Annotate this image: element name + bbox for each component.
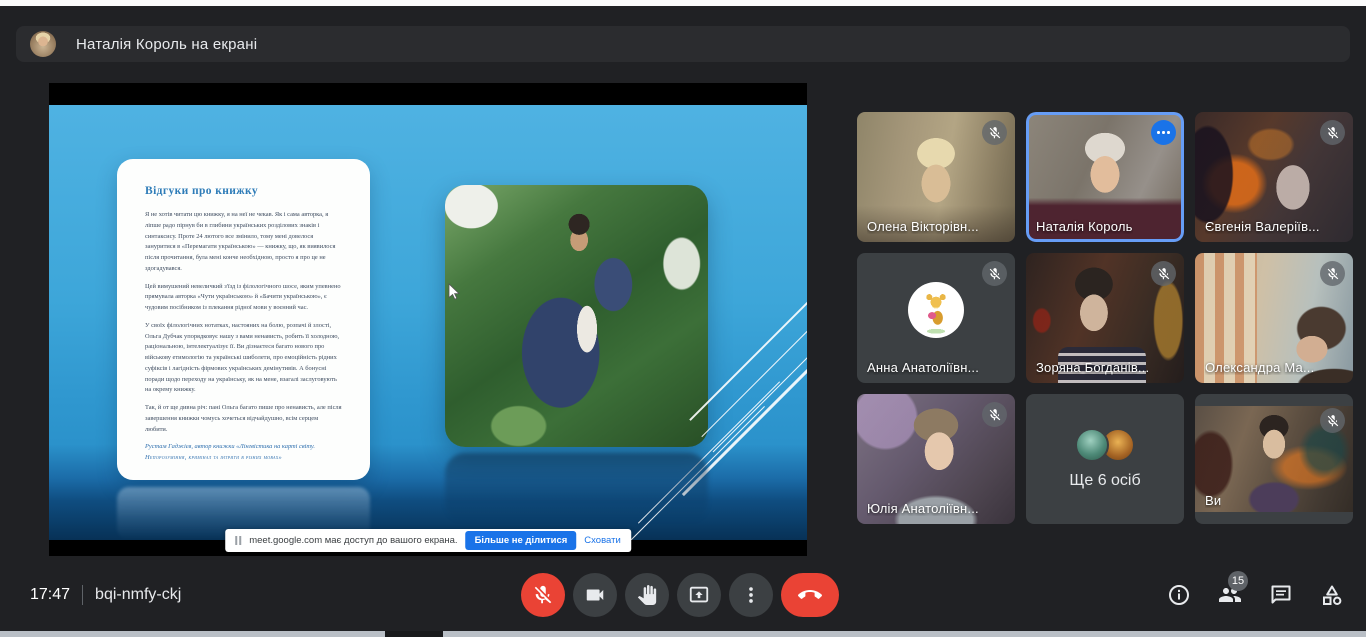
hide-notice-link[interactable]: Сховати [584,535,620,546]
screen-share-notice: meet.google.com має доступ до вашого екр… [225,529,631,552]
participant-count-badge: 15 [1228,571,1248,591]
camera-icon [586,589,604,601]
presenter-avatar [30,31,56,57]
participant-tile[interactable]: Євгенія Валеріїв... [1195,112,1353,242]
participant-name: Олександра Ма... [1205,360,1315,375]
slide-title: Відгуки про книжку [145,185,259,197]
participant-tile[interactable]: Зоряна Богданів... [1026,253,1184,383]
taskbar-edge [0,631,1366,637]
meeting-panels: 15 [1167,571,1344,607]
mouse-cursor [448,283,462,306]
overflow-avatar [1075,428,1109,462]
self-view-tile[interactable]: Ви [1195,394,1353,524]
present-screen-button[interactable] [677,573,721,617]
more-vert-icon [749,587,753,603]
mic-off-icon [982,402,1007,427]
camera-toggle-button[interactable] [573,573,617,617]
present-icon [689,586,709,603]
mic-off-icon [534,585,552,604]
participant-name: Ви [1205,493,1222,508]
presenting-banner-text: Наталія Король на екрані [76,35,258,53]
review-card: Відгуки про книжку Я не хотів читати цю … [117,159,370,480]
author-photo [445,185,708,447]
info-icon [1169,585,1189,605]
participant-tile[interactable]: Олена Вікторівн... [857,112,1015,242]
slide-paragraph: Цей вимушений невеличкий з'їзд із філоло… [145,282,341,312]
participant-name: Наталія Король [1036,219,1133,234]
hand-icon [637,585,657,605]
mic-off-icon [1320,261,1345,286]
participant-name: Юлія Анатоліївн... [867,501,979,516]
slide-attribution: Рустам Гаджієв, автор книжки «Лінгвістик… [145,443,315,461]
meta-divider [82,585,84,605]
participant-grid: Олена Вікторівн... Наталія Король Євгені… [857,112,1353,524]
window-top-edge [0,0,1366,6]
call-end-icon [798,590,822,599]
slide-paragraph: У своїх філологічних нотатках, настояних… [145,321,340,394]
more-participants-tile[interactable]: Ще 6 осіб [1026,394,1184,524]
slide-paragraph: Так, й от ще дивна річ: пані Ольга багат… [145,404,342,433]
chat-icon [1271,585,1291,604]
presentation-feed[interactable]: Відгуки про книжку Я не хотів читати цю … [49,83,807,556]
raise-hand-button[interactable] [625,573,669,617]
stop-sharing-button[interactable]: Більше не ділитися [465,531,577,550]
overflow-avatars [1075,428,1135,462]
chat-panel-button[interactable] [1269,583,1293,607]
participants-panel-button[interactable]: 15 [1218,571,1248,607]
presenting-banner: Наталія Король на екрані [16,26,1350,62]
presentation-slide: Відгуки про книжку Я не хотів читати цю … [49,105,807,540]
participant-name: Анна Анатоліївн... [867,360,980,375]
participant-tile[interactable]: Олександра Ма... [1195,253,1353,383]
screen-share-notice-text: meet.google.com має доступ до вашого екр… [249,535,458,546]
meeting-code: bqi-nmfy-ckj [95,586,182,603]
participant-tile-active-speaker[interactable]: Наталія Король [1026,112,1184,242]
participant-name: Олена Вікторівн... [867,219,979,234]
more-participants-label: Ще 6 осіб [1069,472,1141,489]
mic-off-icon [982,120,1007,145]
participant-tile[interactable]: Анна Анатоліївн... [857,253,1015,383]
participant-avatar [908,282,964,339]
end-call-button[interactable] [781,573,839,617]
call-controls [521,573,839,617]
mic-off-icon [1320,120,1345,145]
participant-name: Зоряна Богданів... [1036,360,1150,375]
mic-off-icon [982,261,1007,286]
meeting-meta: 17:47 bqi-nmfy-ckj [30,585,181,605]
mic-off-icon [1151,261,1176,286]
mic-toggle-button[interactable] [521,573,565,617]
taskbar-edge-notch [385,631,443,637]
mic-off-icon [1320,408,1345,433]
meeting-details-button[interactable] [1167,583,1191,607]
more-options-button[interactable] [729,573,773,617]
activities-icon [1323,585,1342,605]
participant-tile[interactable]: Юлія Анатоліївн... [857,394,1015,524]
clock: 17:47 [30,586,71,603]
tile-more-options-button[interactable] [1151,120,1176,145]
participant-name: Євгенія Валеріїв... [1205,219,1320,234]
activities-button[interactable] [1320,583,1344,607]
screen-share-icon [235,536,242,545]
photo-reflection [445,453,708,523]
slide-paragraph: Я не хотів читати цю книжку, я на неї не… [145,211,336,272]
